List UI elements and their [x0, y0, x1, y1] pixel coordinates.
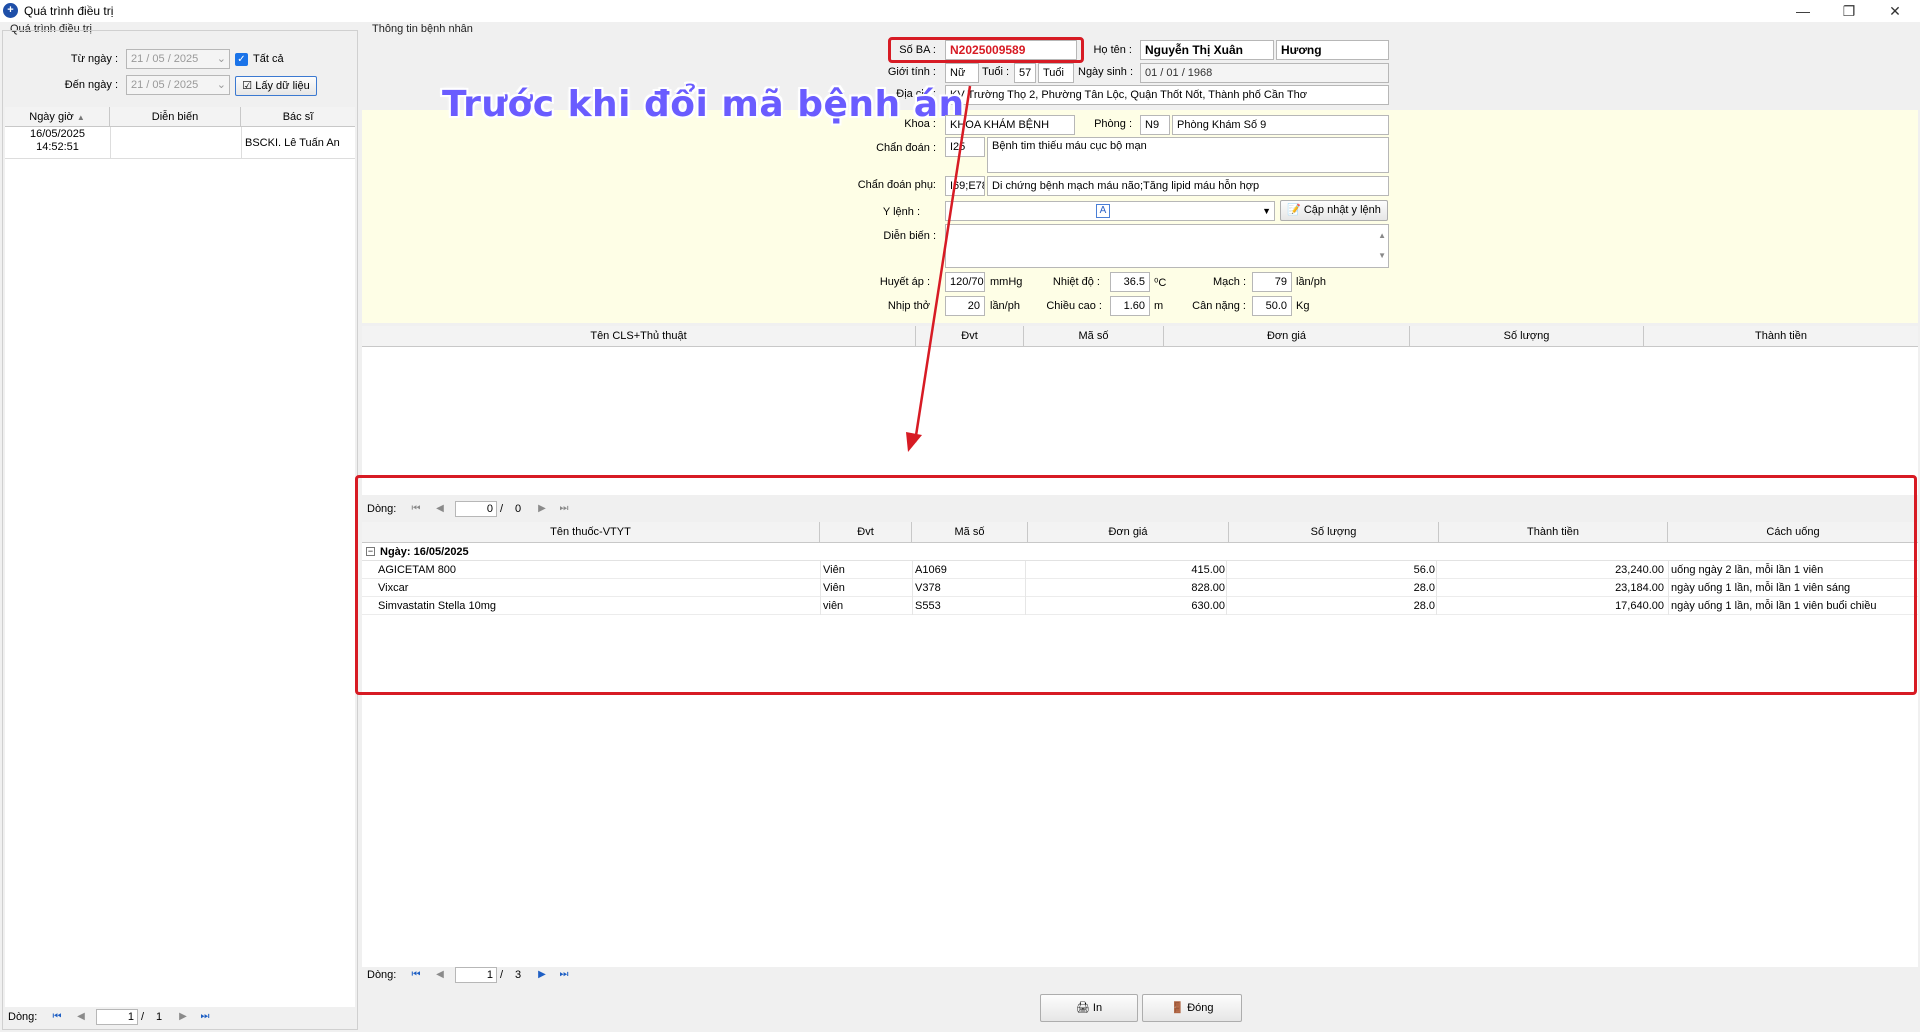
- arrow-head: [906, 432, 922, 452]
- print-label: In: [1092, 1002, 1103, 1014]
- close-label: Đóng: [1187, 1002, 1214, 1014]
- annotation-arrow: [906, 85, 972, 452]
- arrow-line: [913, 85, 972, 443]
- print-button[interactable]: 🖨 In: [1040, 994, 1138, 1022]
- printer-icon: 🖨: [1075, 1002, 1090, 1014]
- exit-door-icon: 🚪: [1170, 1002, 1185, 1014]
- close-dialog-button[interactable]: 🚪 Đóng: [1142, 994, 1242, 1022]
